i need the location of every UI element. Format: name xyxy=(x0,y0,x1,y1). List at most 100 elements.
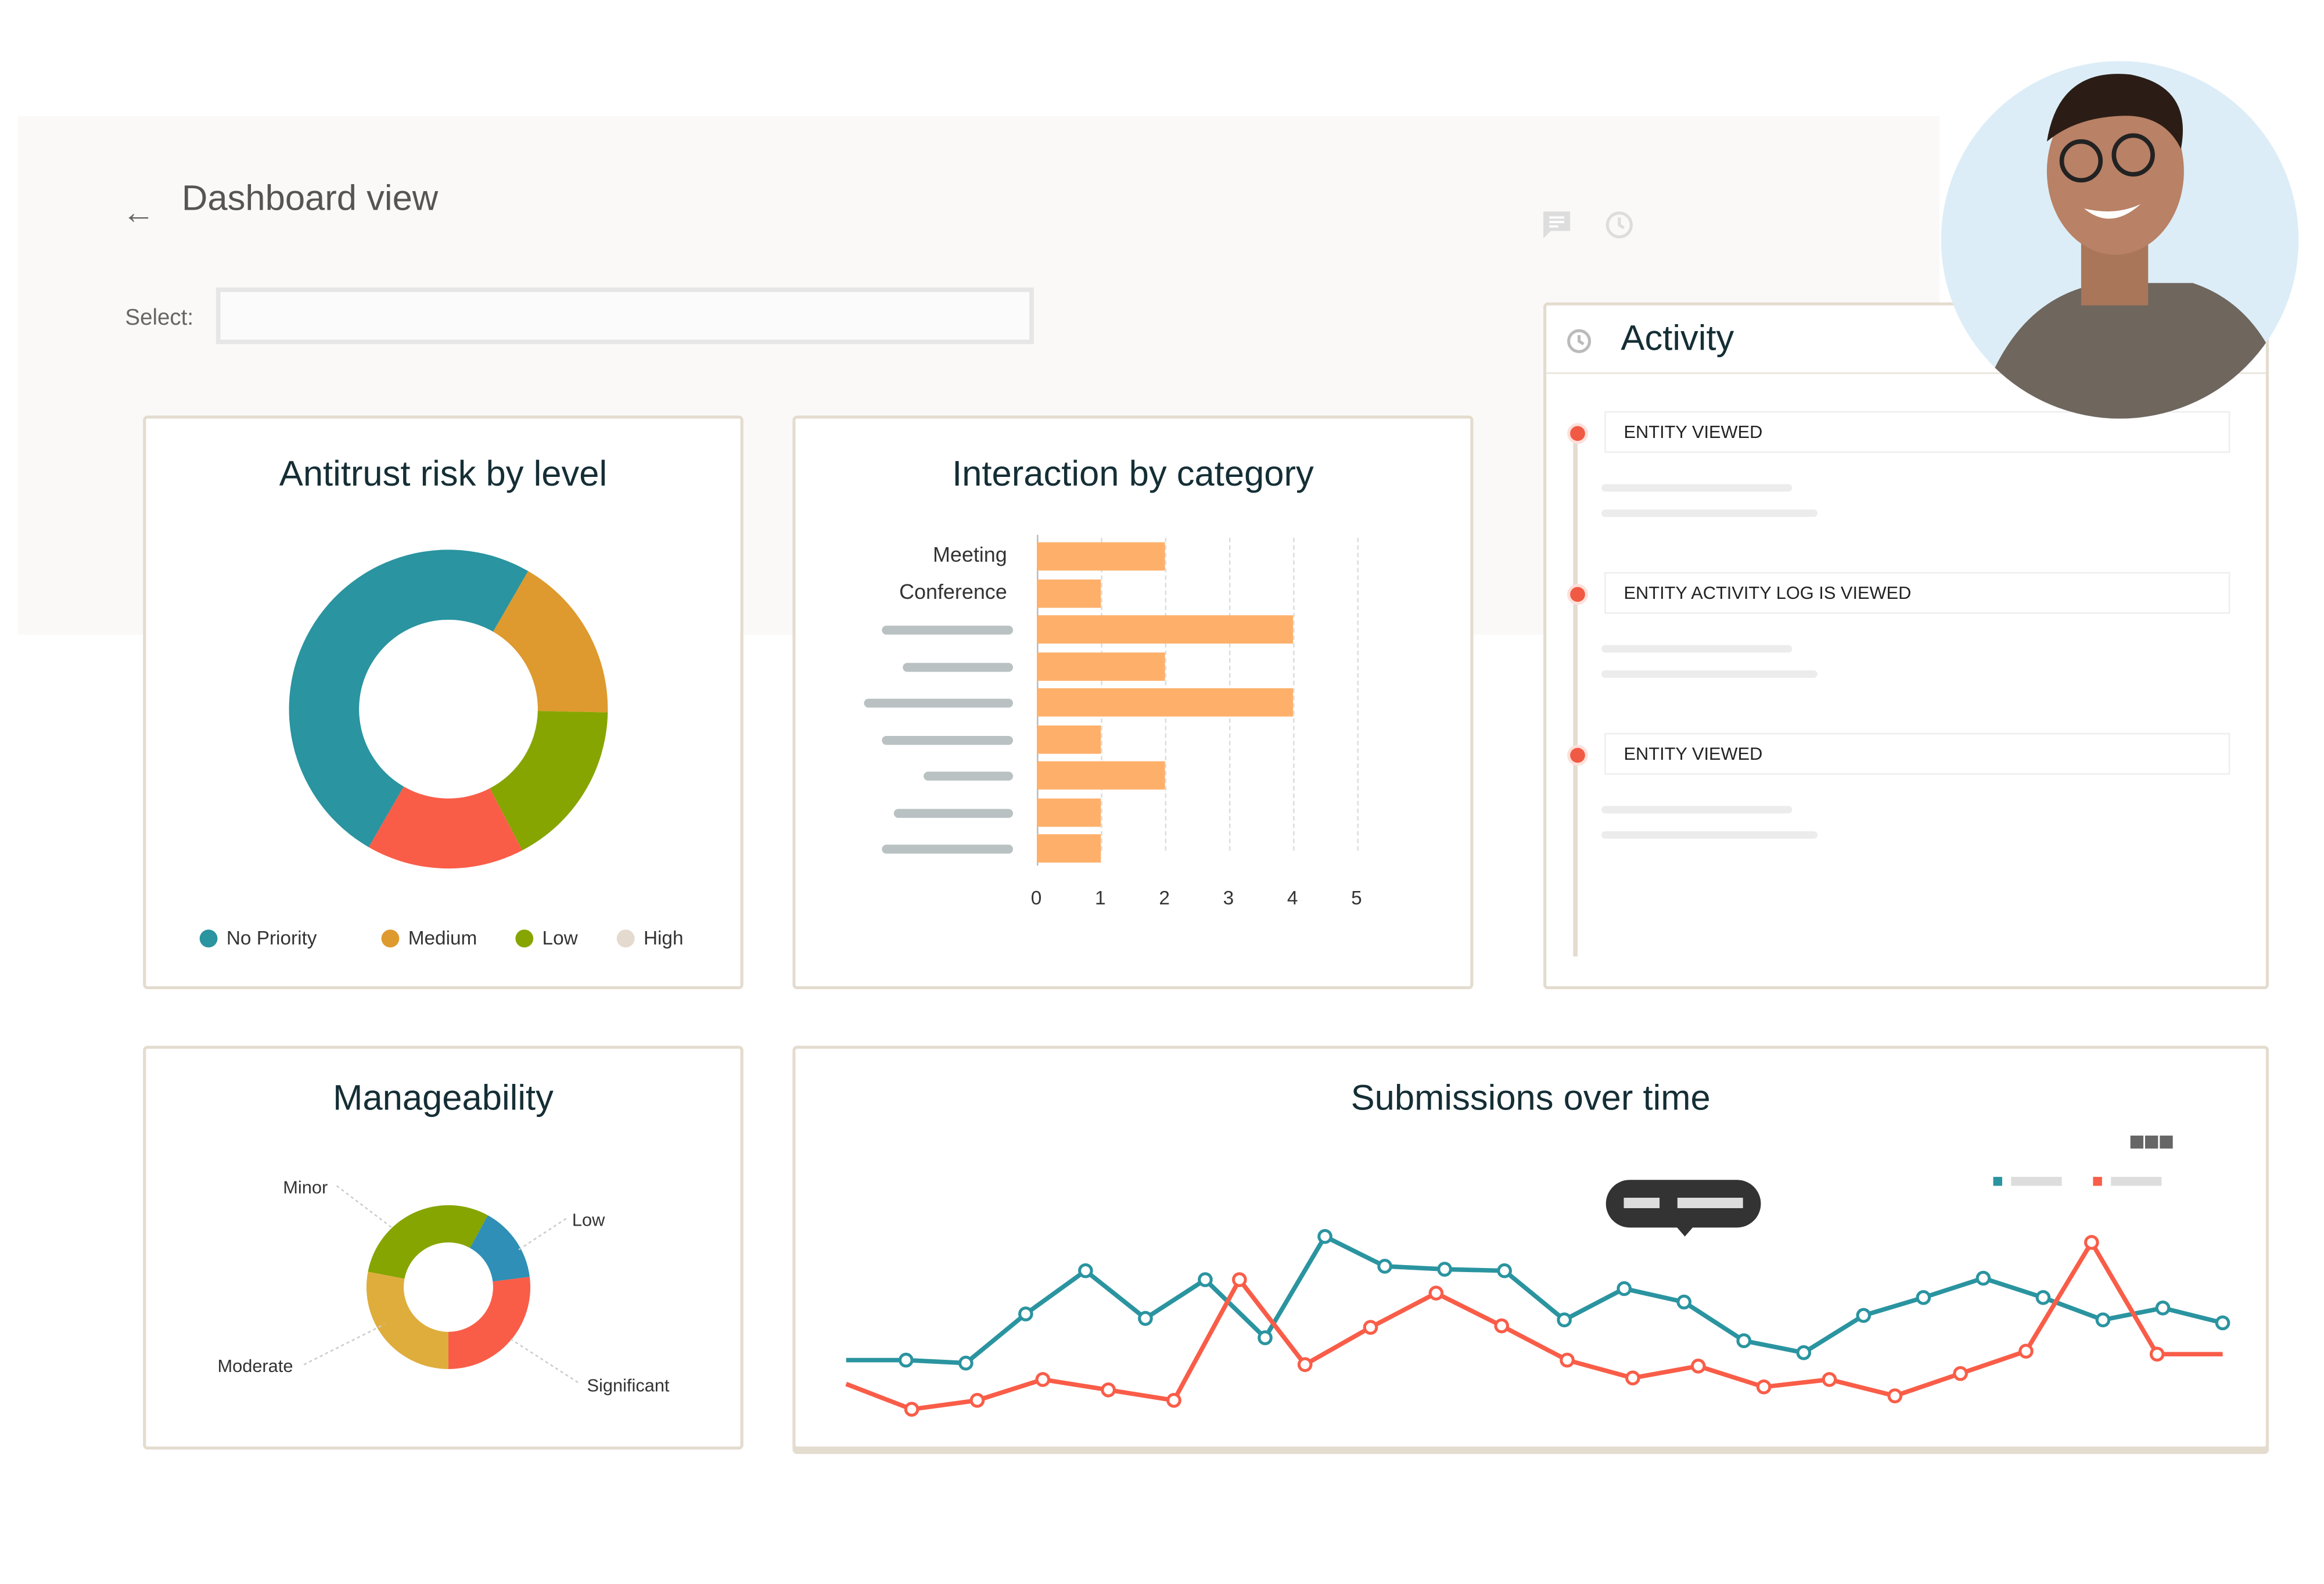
data-point[interactable] xyxy=(1756,1379,1772,1395)
data-point[interactable] xyxy=(1428,1285,1444,1301)
pie-icon xyxy=(381,929,400,947)
legend-item[interactable]: No Priority xyxy=(199,926,317,949)
gridline xyxy=(1357,537,1359,851)
data-point[interactable] xyxy=(1796,1345,1812,1360)
legend-label: No Priority xyxy=(226,926,317,949)
card-title: Interaction by category xyxy=(952,454,1314,495)
data-point[interactable] xyxy=(1625,1370,1640,1386)
timeline-dot xyxy=(1567,745,1588,766)
data-point[interactable] xyxy=(1690,1359,1706,1374)
placeholder-line xyxy=(1601,806,1793,814)
data-point[interactable] xyxy=(2149,1346,2165,1362)
timeline-dot xyxy=(1567,584,1588,605)
data-point[interactable] xyxy=(969,1392,985,1408)
bar[interactable] xyxy=(1037,652,1165,680)
bar[interactable] xyxy=(1037,761,1165,790)
data-point[interactable] xyxy=(1916,1290,1931,1305)
donut-slice-significant[interactable] xyxy=(448,1277,531,1369)
activity-item[interactable]: ENTITY VIEWED xyxy=(1604,732,2230,775)
slice-label: Significant xyxy=(587,1375,670,1396)
data-point[interactable] xyxy=(2084,1235,2099,1250)
data-point[interactable] xyxy=(1018,1306,1033,1321)
placeholder-line xyxy=(1601,645,1793,653)
data-point[interactable] xyxy=(1363,1320,1378,1335)
slice-label: Moderate xyxy=(217,1355,293,1377)
data-point[interactable] xyxy=(2018,1344,2034,1359)
category-label-placeholder xyxy=(903,662,1013,671)
data-point[interactable] xyxy=(1138,1310,1153,1326)
history-icon[interactable] xyxy=(1601,209,1634,241)
slice-label: Minor xyxy=(283,1177,328,1198)
bar[interactable] xyxy=(1037,798,1101,827)
data-point[interactable] xyxy=(1166,1392,1181,1408)
data-point[interactable] xyxy=(1232,1272,1247,1287)
data-point[interactable] xyxy=(1887,1388,1903,1403)
antitrust-donut xyxy=(289,549,608,869)
comment-icon[interactable] xyxy=(1540,209,1573,241)
bar[interactable] xyxy=(1037,542,1165,571)
leader-line xyxy=(303,1323,385,1366)
bar[interactable] xyxy=(1037,615,1294,644)
data-point[interactable] xyxy=(2155,1300,2171,1316)
slice-label: Low xyxy=(572,1209,605,1231)
data-point[interactable] xyxy=(1953,1366,1968,1381)
data-point[interactable] xyxy=(2035,1290,2051,1305)
leader-line xyxy=(518,1217,567,1251)
data-point[interactable] xyxy=(1198,1272,1213,1287)
manageability-card: Manageability Minor Low Significant Moderat… xyxy=(143,1046,743,1450)
data-point[interactable] xyxy=(1377,1259,1392,1274)
data-point[interactable] xyxy=(1317,1229,1332,1244)
x-tick-label: 3 xyxy=(1223,886,1234,909)
data-point[interactable] xyxy=(1557,1312,1572,1328)
data-point[interactable] xyxy=(1560,1352,1575,1368)
data-point[interactable] xyxy=(1676,1294,1692,1310)
data-point[interactable] xyxy=(2215,1315,2230,1331)
timeline-dot xyxy=(1567,423,1588,444)
data-point[interactable] xyxy=(904,1402,919,1417)
legend-item[interactable]: Medium xyxy=(381,926,477,949)
gridline xyxy=(1293,537,1295,851)
data-point[interactable] xyxy=(1497,1263,1512,1278)
category-label: Conference xyxy=(899,579,1007,603)
bar[interactable] xyxy=(1037,724,1101,753)
x-tick-label: 1 xyxy=(1095,886,1106,909)
antitrust-card: Antitrust risk by level No Priority Mediu… xyxy=(143,415,743,989)
data-point[interactable] xyxy=(1822,1372,1837,1387)
legend-item[interactable]: Low xyxy=(515,926,578,949)
data-point[interactable] xyxy=(1078,1263,1093,1278)
placeholder-line xyxy=(1601,484,1793,492)
data-point[interactable] xyxy=(1258,1330,1273,1345)
category-label-placeholder xyxy=(924,771,1013,781)
data-point[interactable] xyxy=(1856,1308,1872,1323)
legend-label: High xyxy=(643,926,684,949)
category-label: Meeting xyxy=(932,542,1007,566)
data-point[interactable] xyxy=(1101,1382,1116,1398)
pie-icon xyxy=(616,929,635,947)
category-label-placeholder xyxy=(882,735,1013,745)
data-point[interactable] xyxy=(1494,1318,1510,1334)
leader-line xyxy=(510,1338,579,1384)
interaction-card: Interaction by category 0 1 2 3 4 5 Meeting Con… xyxy=(792,415,1474,989)
select-input[interactable] xyxy=(215,287,1034,344)
legend-label: Low xyxy=(542,926,578,949)
arrow-left-icon[interactable]: ← xyxy=(122,193,155,232)
page-title: Dashboard view xyxy=(181,178,439,220)
data-point[interactable] xyxy=(898,1352,914,1368)
data-point[interactable] xyxy=(1437,1262,1452,1277)
data-point[interactable] xyxy=(1617,1281,1632,1296)
donut-slice-minor[interactable] xyxy=(368,1205,488,1279)
data-point[interactable] xyxy=(2095,1312,2111,1328)
data-point[interactable] xyxy=(1975,1270,1991,1286)
data-point[interactable] xyxy=(1297,1357,1313,1373)
data-point[interactable] xyxy=(1035,1372,1051,1387)
legend-item[interactable]: High xyxy=(616,926,684,949)
data-point[interactable] xyxy=(958,1355,974,1371)
bar[interactable] xyxy=(1037,579,1101,608)
activity-item[interactable]: ENTITY ACTIVITY LOG IS VIEWED xyxy=(1604,572,2230,614)
donut-slice-moderate[interactable] xyxy=(366,1271,448,1369)
data-point[interactable] xyxy=(1736,1333,1752,1349)
activity-title: Activity xyxy=(1621,318,1734,360)
bar[interactable] xyxy=(1037,688,1294,717)
pie-icon xyxy=(515,929,534,947)
bar[interactable] xyxy=(1037,834,1101,863)
